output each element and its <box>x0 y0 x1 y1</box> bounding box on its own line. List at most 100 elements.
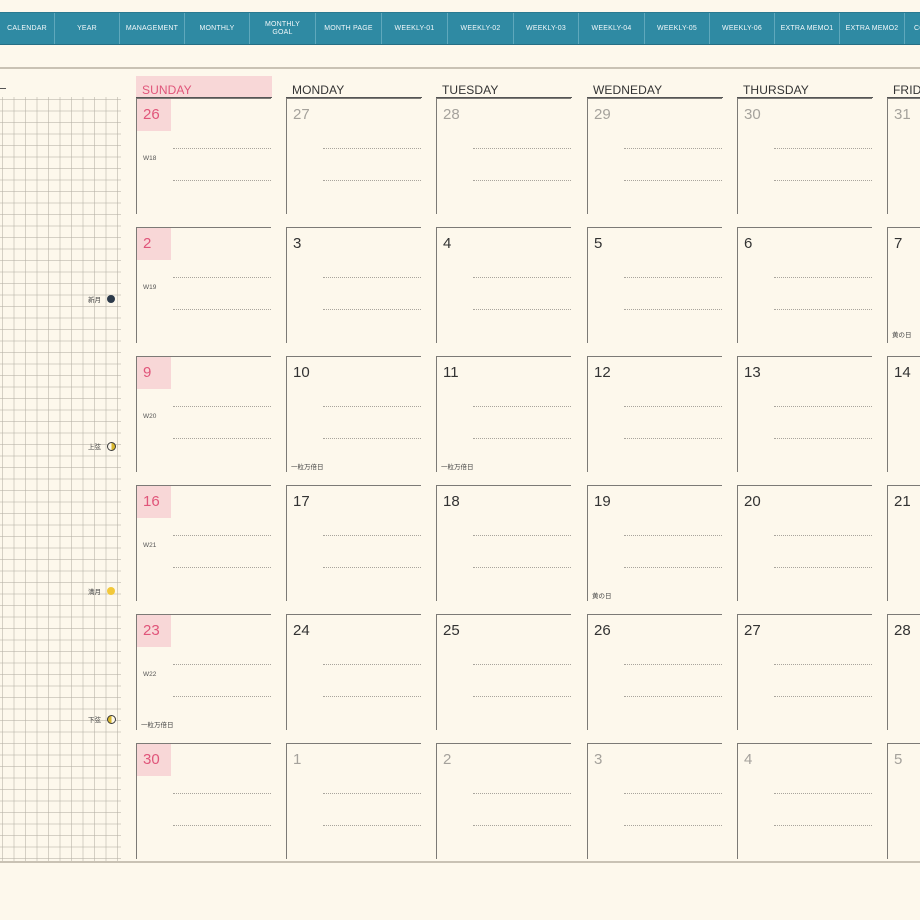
date-number: 9 <box>143 364 152 381</box>
dotted-line <box>173 696 271 697</box>
day-note: 一粒万倍日 <box>291 464 324 471</box>
calendar-cell[interactable]: 24 <box>286 614 421 730</box>
dotted-line <box>173 438 271 439</box>
day-header-thursday: THURSDAY <box>737 76 873 98</box>
date-number: 2 <box>143 235 152 252</box>
calendar-cell[interactable]: 16 W21 <box>136 485 271 601</box>
date-number: 30 <box>143 751 160 768</box>
calendar-cell[interactable]: 25 <box>436 614 571 730</box>
calendar-cell[interactable]: 1 <box>286 743 421 859</box>
calendar-cell[interactable]: 19 黄の日 <box>587 485 722 601</box>
dotted-line <box>624 664 722 665</box>
date-number: 28 <box>443 106 460 123</box>
dotted-line <box>323 309 421 310</box>
notes-grid: 新月 上弦 満月 下弦 <box>0 88 121 861</box>
dotted-line <box>473 406 571 407</box>
day-header-tuesday: TUESDAY <box>436 76 572 98</box>
calendar-cell[interactable]: 30 <box>737 98 872 214</box>
tab-management[interactable]: MANAGEMENT <box>120 13 185 44</box>
tab-weekly-01[interactable]: WEEKLY-01 <box>382 13 448 44</box>
date-number: 7 <box>894 235 903 252</box>
calendar-cell[interactable]: 3 <box>286 227 421 343</box>
date-number: 31 <box>894 106 911 123</box>
tab-monthly-goal[interactable]: MONTHLY GOAL <box>250 13 316 44</box>
tab-month-page[interactable]: MONTH PAGE <box>316 13 382 44</box>
tab-calendar[interactable]: CALENDAR <box>0 13 55 44</box>
tab-weekly-06[interactable]: WEEKLY-06 <box>710 13 775 44</box>
tab-weekly-03[interactable]: WEEKLY-03 <box>514 13 579 44</box>
dotted-line <box>323 406 421 407</box>
calendar-cell[interactable]: 2 <box>436 743 571 859</box>
tab-weekly-04[interactable]: WEEKLY-04 <box>579 13 645 44</box>
tab-weekly-05[interactable]: WEEKLY-05 <box>645 13 710 44</box>
last-quarter-moon-icon <box>107 714 116 724</box>
tab-monthly[interactable]: MONTHLY <box>185 13 250 44</box>
calendar-cell[interactable]: 28 <box>887 614 920 730</box>
calendar-cell[interactable]: 26 <box>587 614 722 730</box>
calendar-cell[interactable]: 18 <box>436 485 571 601</box>
calendar-cell[interactable]: 31 <box>887 98 920 214</box>
calendar-cell[interactable]: 21 <box>887 485 920 601</box>
dotted-line <box>173 148 271 149</box>
date-number: 20 <box>744 493 761 510</box>
calendar-cell[interactable]: 4 <box>737 743 872 859</box>
tab-co[interactable]: CO <box>905 13 920 44</box>
date-number: 14 <box>894 364 911 381</box>
date-number: 10 <box>293 364 310 381</box>
dotted-line <box>173 277 271 278</box>
date-number: 26 <box>143 106 160 123</box>
calendar-cell[interactable]: 13 <box>737 356 872 472</box>
calendar-cell[interactable]: 26 W18 <box>136 98 271 214</box>
calendar-cell[interactable]: 20 <box>737 485 872 601</box>
calendar-cell[interactable]: 7 黄の日 <box>887 227 920 343</box>
calendar-cell[interactable]: 10 一粒万倍日 <box>286 356 421 472</box>
calendar-cell[interactable]: 12 <box>587 356 722 472</box>
tab-weekly-02[interactable]: WEEKLY-02 <box>448 13 514 44</box>
calendar-cell[interactable]: 4 <box>436 227 571 343</box>
day-note: 一粒万倍日 <box>141 722 174 729</box>
date-number: 27 <box>744 622 761 639</box>
date-number: 30 <box>744 106 761 123</box>
dotted-line <box>173 664 271 665</box>
dotted-line <box>173 825 271 826</box>
calendar-cell[interactable]: 23 W22 一粒万倍日 <box>136 614 271 730</box>
calendar-cell[interactable]: 3 <box>587 743 722 859</box>
dotted-line <box>473 438 571 439</box>
dotted-line <box>473 825 571 826</box>
dotted-line <box>473 793 571 794</box>
calendar-cell[interactable]: 30 <box>136 743 271 859</box>
dotted-line <box>624 567 722 568</box>
dotted-line <box>774 438 872 439</box>
calendar-cell[interactable]: 11 一粒万倍日 <box>436 356 571 472</box>
calendar-cell[interactable]: 29 <box>587 98 722 214</box>
calendar-cell[interactable]: 6 <box>737 227 872 343</box>
date-number: 3 <box>293 235 302 252</box>
dotted-line <box>323 535 421 536</box>
dotted-line <box>173 309 271 310</box>
calendar-cell[interactable]: 14 <box>887 356 920 472</box>
dotted-line <box>323 277 421 278</box>
calendar-cell[interactable]: 17 <box>286 485 421 601</box>
calendar-cell[interactable]: 2 W19 <box>136 227 271 343</box>
tab-extra-memo1[interactable]: EXTRA MEMO1 <box>775 13 840 44</box>
calendar-cell[interactable]: 9 W20 <box>136 356 271 472</box>
dotted-line <box>173 535 271 536</box>
calendar-cell[interactable]: 28 <box>436 98 571 214</box>
week-number: W20 <box>143 413 157 420</box>
dotted-line <box>173 180 271 181</box>
calendar-cell[interactable]: 27 <box>737 614 872 730</box>
date-number: 18 <box>443 493 460 510</box>
moon-phase-last-quarter: 下弦 <box>88 714 116 724</box>
tab-year[interactable]: YEAR <box>55 13 120 44</box>
dotted-line <box>774 148 872 149</box>
dotted-line <box>774 277 872 278</box>
calendar-cell[interactable]: 27 <box>286 98 421 214</box>
date-number: 23 <box>143 622 160 639</box>
tab-extra-memo2[interactable]: EXTRA MEMO2 <box>840 13 905 44</box>
calendar-cell[interactable]: 5 <box>887 743 920 859</box>
moon-phase-full: 満月 <box>88 586 115 596</box>
date-number: 4 <box>744 751 753 768</box>
date-number: 25 <box>443 622 460 639</box>
calendar-cell[interactable]: 5 <box>587 227 722 343</box>
date-number: 21 <box>894 493 911 510</box>
